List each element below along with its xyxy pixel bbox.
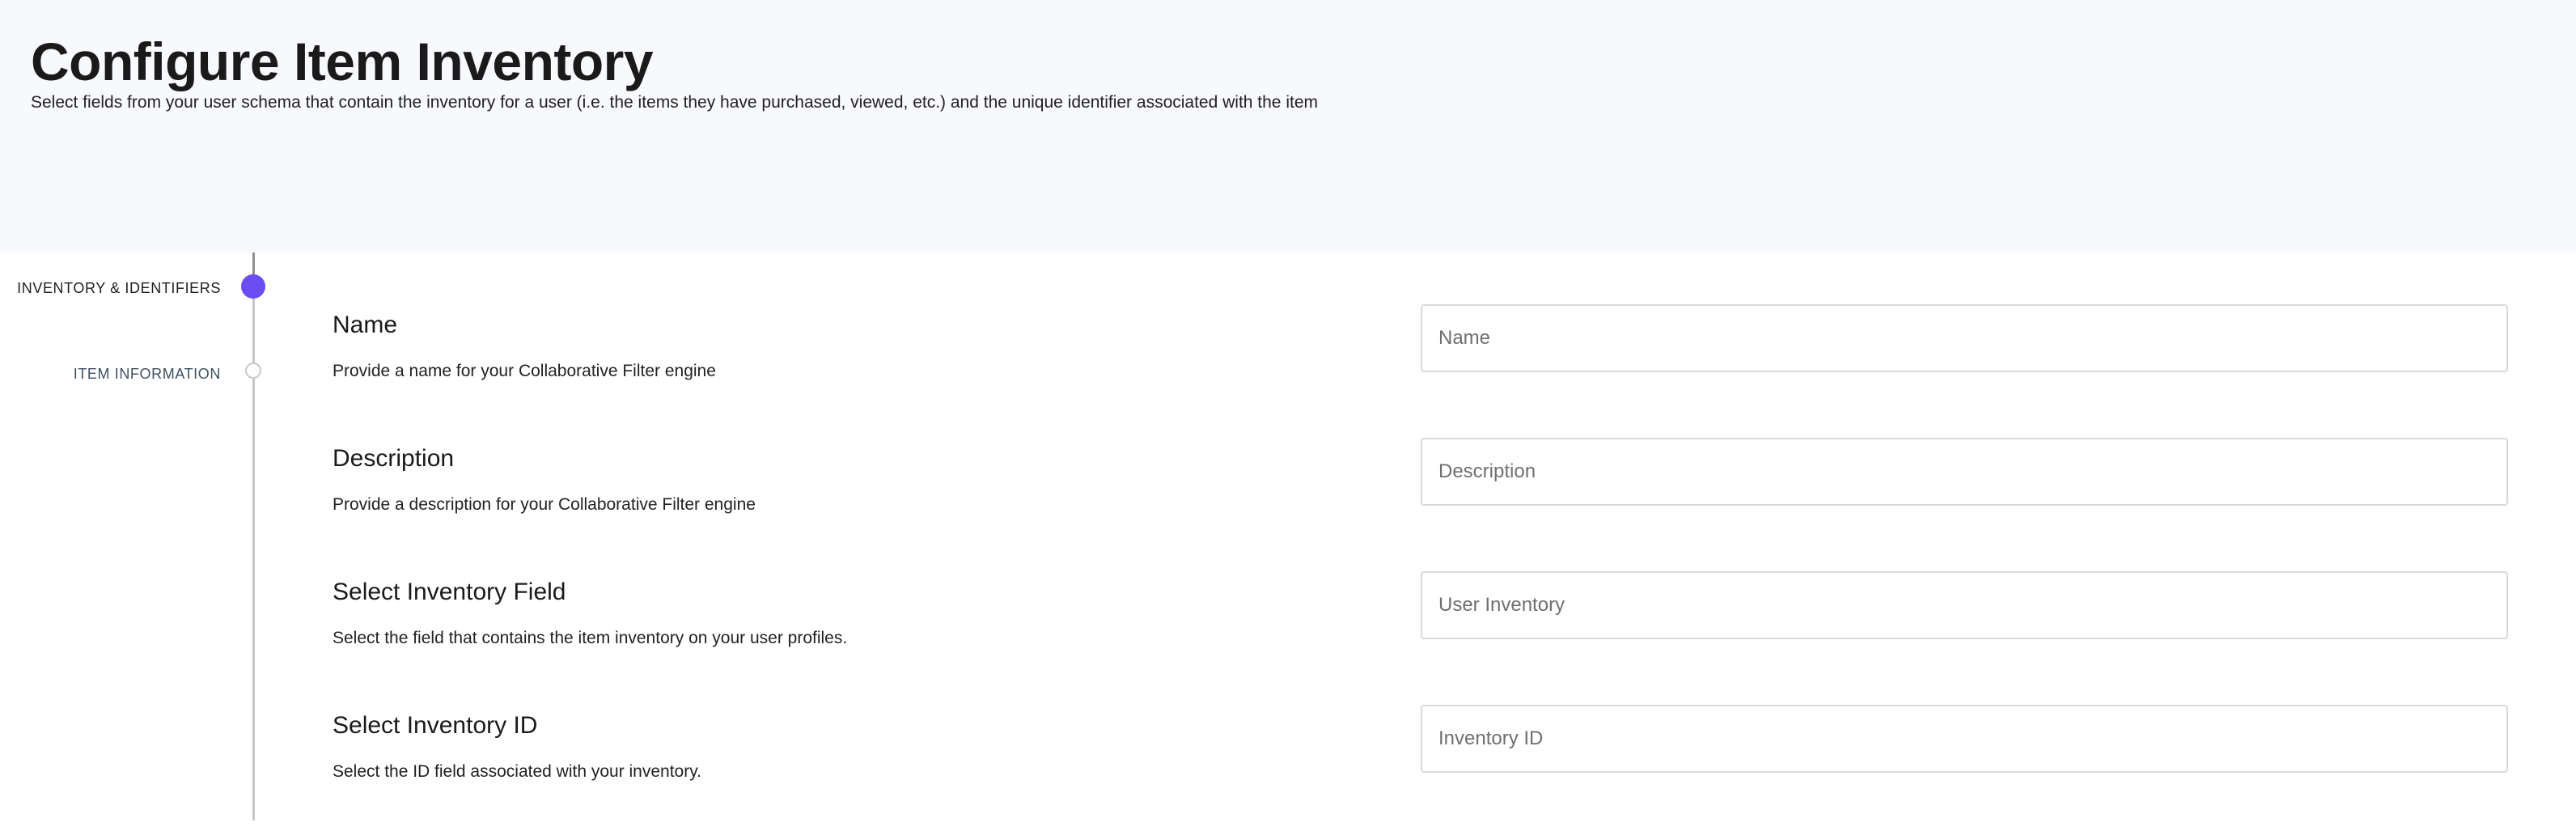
field-description: Select the field that contains the item … [333, 629, 848, 647]
field-title: Select Inventory ID [333, 712, 538, 739]
form-row-inventory-id: Select Inventory ID Select the ID field … [0, 705, 2576, 831]
form-row-inventory-field: Select Inventory Field Select the field … [0, 571, 2576, 697]
form-row-name: Name Provide a name for your Collaborati… [0, 304, 2576, 430]
field-description: Select the ID field associated with your… [333, 762, 702, 781]
page-header: Configure Item Inventory Select fields f… [0, 0, 2576, 252]
description-input[interactable] [1421, 438, 2508, 506]
field-description: Provide a description for your Collabora… [333, 495, 756, 514]
form-row-description: Description Provide a description for yo… [0, 438, 2576, 564]
field-title: Description [333, 445, 455, 472]
step-inventory-identifiers-dot[interactable] [241, 274, 265, 299]
page-title: Configure Item Inventory [31, 32, 654, 91]
step-inventory-identifiers-label[interactable]: INVENTORY & IDENTIFIERS [17, 280, 221, 297]
field-title: Name [333, 312, 398, 338]
field-title: Select Inventory Field [333, 579, 566, 605]
page-subtitle: Select fields from your user schema that… [31, 93, 1318, 112]
inventory-id-input[interactable] [1421, 705, 2508, 773]
field-description: Provide a name for your Collaborative Fi… [333, 362, 716, 380]
name-input[interactable] [1421, 304, 2508, 372]
user-inventory-input[interactable] [1421, 571, 2508, 639]
